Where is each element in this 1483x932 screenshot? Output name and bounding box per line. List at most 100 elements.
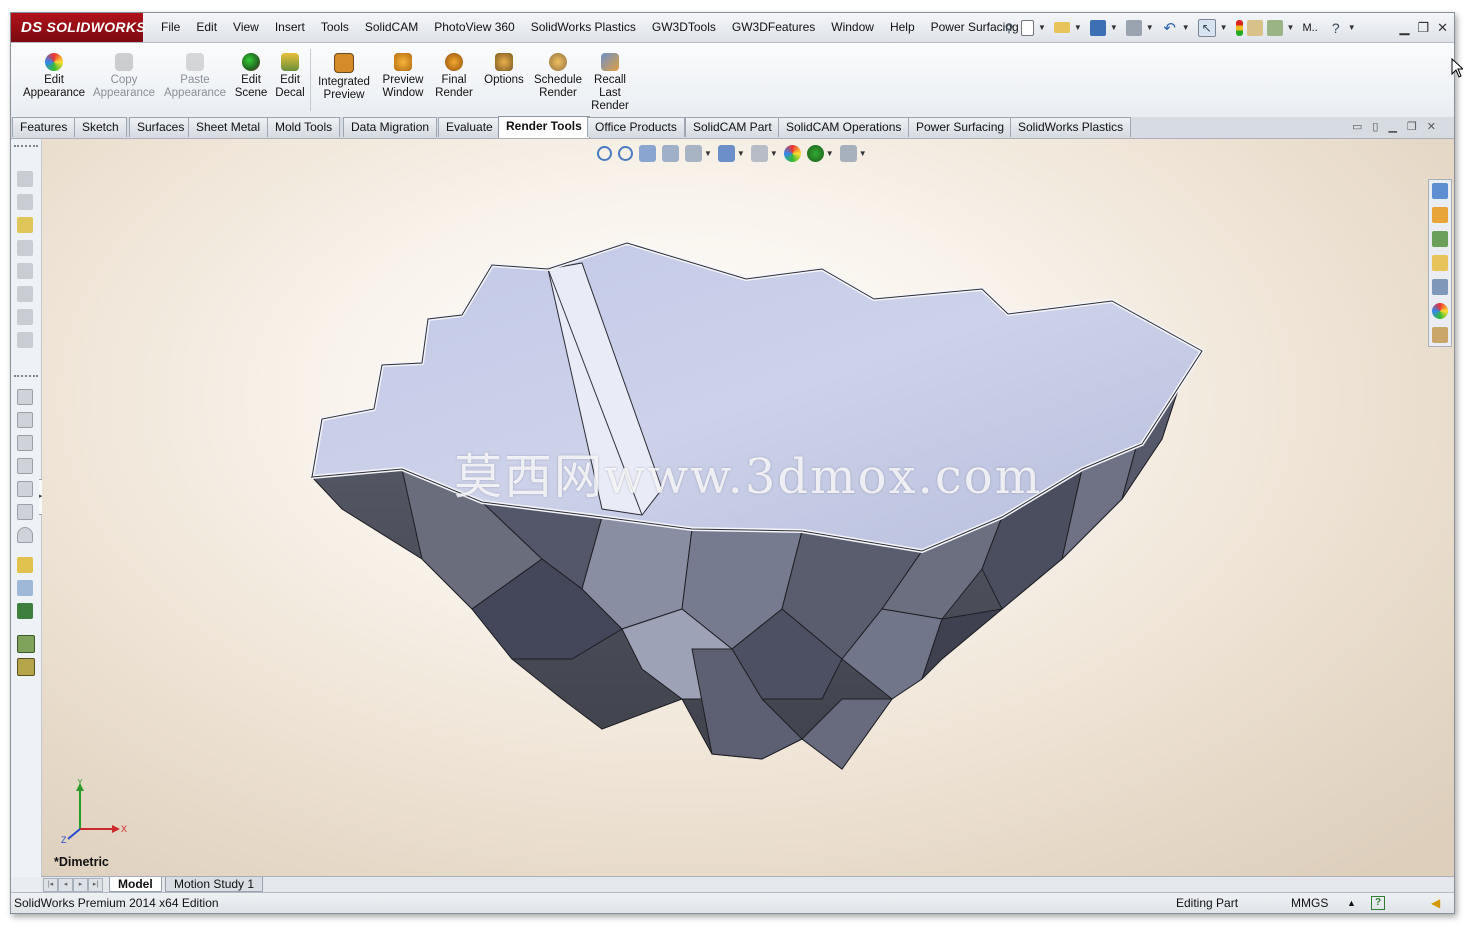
- doc-close-icon[interactable]: ✕: [1427, 120, 1436, 133]
- feature-tool-icon-2[interactable]: [17, 412, 33, 428]
- options-button[interactable]: Options: [480, 49, 528, 87]
- doc-minimize-icon[interactable]: ▁: [1388, 120, 1396, 133]
- solidworks-resources-icon[interactable]: [1432, 183, 1448, 199]
- feature-tool-icon-6[interactable]: [17, 504, 33, 520]
- edit-appearance-button[interactable]: Edit Appearance: [21, 49, 87, 100]
- schedule-render-button[interactable]: Schedule Render: [532, 49, 584, 100]
- open-folder-icon[interactable]: [1053, 22, 1070, 33]
- tab-render-tools[interactable]: Render Tools: [498, 116, 590, 138]
- save-icon[interactable]: [1089, 19, 1106, 36]
- sketch-tool-icon-3[interactable]: [17, 217, 33, 233]
- menu-tools[interactable]: Tools: [313, 13, 357, 42]
- feature-tool-icon-3[interactable]: [17, 435, 33, 451]
- unit-system[interactable]: MMGS: [1291, 893, 1328, 913]
- appearance-sphere-icon[interactable]: [783, 145, 801, 162]
- feature-tool-icon-5[interactable]: [17, 481, 33, 497]
- menu-gw3dfeatures[interactable]: GW3DFeatures: [724, 13, 823, 42]
- sketch-tool-icon-2[interactable]: [17, 194, 33, 210]
- pin-icon[interactable]: ⚲: [1001, 20, 1017, 36]
- layer-icon-1[interactable]: [17, 635, 35, 653]
- solidworks-logo[interactable]: DS SOLIDWORKS: [11, 13, 146, 42]
- previous-view-icon[interactable]: [639, 145, 656, 162]
- new-document-icon[interactable]: [1021, 19, 1034, 36]
- view-palette-icon[interactable]: [1432, 279, 1448, 295]
- feature-tool-icon-7[interactable]: [17, 527, 33, 543]
- prev-tab-icon[interactable]: ◂: [58, 878, 73, 892]
- view-settings-icon[interactable]: [839, 145, 857, 162]
- menu-gw3dtools[interactable]: GW3DTools: [644, 13, 724, 42]
- sketch-tool-icon-7[interactable]: [17, 309, 33, 325]
- edit-scene-button[interactable]: Edit Scene: [233, 49, 269, 100]
- tab-motion-study-1[interactable]: Motion Study 1: [165, 877, 264, 892]
- options-icon[interactable]: [1266, 19, 1283, 36]
- options-dropdown-icon[interactable]: ▼: [1287, 23, 1295, 32]
- paste-appearance-button[interactable]: Paste Appearance: [162, 49, 228, 100]
- feature-tool-icon-1[interactable]: [17, 389, 33, 405]
- appearances-scenes-icon[interactable]: [1432, 303, 1448, 319]
- integrated-preview-button[interactable]: Integrated Preview: [314, 49, 374, 102]
- tab-model[interactable]: Model: [109, 877, 162, 892]
- last-tab-icon[interactable]: ▸|: [88, 878, 103, 892]
- final-render-button[interactable]: Final Render: [432, 49, 476, 100]
- layer-icon-2[interactable]: [17, 658, 35, 676]
- tile-vertical-icon[interactable]: ▯: [1372, 120, 1378, 133]
- tab-power-surfacing[interactable]: Power Surfacing: [908, 117, 1013, 137]
- open-dropdown-icon[interactable]: ▼: [1074, 23, 1082, 32]
- display-dropdown-icon[interactable]: ▼: [770, 149, 778, 158]
- tab-office-products[interactable]: Office Products: [587, 117, 685, 137]
- tile-horizontal-icon[interactable]: ▭: [1352, 120, 1362, 133]
- sketch-tool-icon-8[interactable]: [17, 332, 33, 348]
- tab-surfaces[interactable]: Surfaces: [129, 117, 193, 137]
- menu-edit[interactable]: Edit: [188, 13, 225, 42]
- menu-help[interactable]: Help: [882, 13, 923, 42]
- section-view-icon[interactable]: [662, 145, 679, 162]
- file-properties-icon[interactable]: [1246, 19, 1263, 36]
- copy-appearance-button[interactable]: Copy Appearance: [91, 49, 157, 100]
- tab-data-migration[interactable]: Data Migration: [343, 117, 438, 137]
- close-icon[interactable]: ✕: [1437, 20, 1448, 36]
- menu-solidworks-plastics[interactable]: SolidWorks Plastics: [523, 13, 644, 42]
- select-dropdown-icon[interactable]: ▼: [1220, 23, 1228, 32]
- custom-properties-icon[interactable]: [1432, 327, 1448, 343]
- select-arrow-icon[interactable]: ↖: [1197, 18, 1216, 37]
- tab-solidcam-operations[interactable]: SolidCAM Operations: [778, 117, 910, 137]
- relations-icon[interactable]: [17, 603, 33, 619]
- home-icon[interactable]: [1432, 207, 1448, 223]
- print-icon[interactable]: [1125, 19, 1142, 36]
- sketch-tool-icon-1[interactable]: [17, 171, 33, 187]
- save-dropdown-icon[interactable]: ▼: [1110, 23, 1118, 32]
- recall-last-render-button[interactable]: Recall Last Render: [588, 49, 632, 113]
- file-explorer-icon[interactable]: [1432, 255, 1448, 271]
- feature-tool-icon-4[interactable]: [17, 458, 33, 474]
- first-tab-icon[interactable]: |◂: [43, 878, 58, 892]
- zoom-to-area-icon[interactable]: [618, 146, 633, 161]
- undo-icon[interactable]: ↶: [1162, 20, 1178, 37]
- new-dropdown-icon[interactable]: ▼: [1038, 23, 1046, 32]
- help-dropdown-icon[interactable]: ▼: [1348, 23, 1356, 32]
- menu-view[interactable]: View: [225, 13, 267, 42]
- display-style-icon[interactable]: [750, 145, 768, 162]
- tab-features[interactable]: Features: [12, 117, 76, 137]
- tab-sketch[interactable]: Sketch: [74, 117, 127, 137]
- undo-dropdown-icon[interactable]: ▼: [1182, 23, 1190, 32]
- quick-label[interactable]: M..: [1302, 22, 1317, 34]
- edit-decal-button[interactable]: Edit Decal: [273, 49, 307, 100]
- restore-icon[interactable]: ❐: [1417, 20, 1429, 36]
- tab-solidworks-plastics[interactable]: SolidWorks Plastics: [1010, 117, 1132, 137]
- dynamic-annotation-icon[interactable]: [685, 145, 702, 162]
- view-orientation-icon[interactable]: [717, 145, 735, 162]
- minimize-icon[interactable]: ▁: [1399, 20, 1409, 36]
- orientation-dropdown-icon[interactable]: ▼: [737, 149, 745, 158]
- menu-solidcam[interactable]: SolidCAM: [357, 13, 426, 42]
- settings-dropdown-icon[interactable]: ▼: [859, 149, 867, 158]
- graphics-area[interactable]: 莫西网www.3dmox.com ▼ ▼ ▼ ▼ ▼ Y X Z *Dimetr…: [42, 139, 1454, 877]
- apply-scene-icon[interactable]: [806, 145, 824, 162]
- zoom-to-fit-icon[interactable]: [597, 146, 612, 161]
- next-tab-icon[interactable]: ▸: [73, 878, 88, 892]
- annotation-dropdown-icon[interactable]: ▼: [704, 149, 712, 158]
- quick-tips-icon[interactable]: ?: [1371, 896, 1385, 910]
- menu-file[interactable]: File: [153, 13, 188, 42]
- help-question-icon[interactable]: ?: [1328, 20, 1344, 36]
- menu-window[interactable]: Window: [823, 13, 882, 42]
- pencil-sketch-icon[interactable]: [17, 557, 33, 573]
